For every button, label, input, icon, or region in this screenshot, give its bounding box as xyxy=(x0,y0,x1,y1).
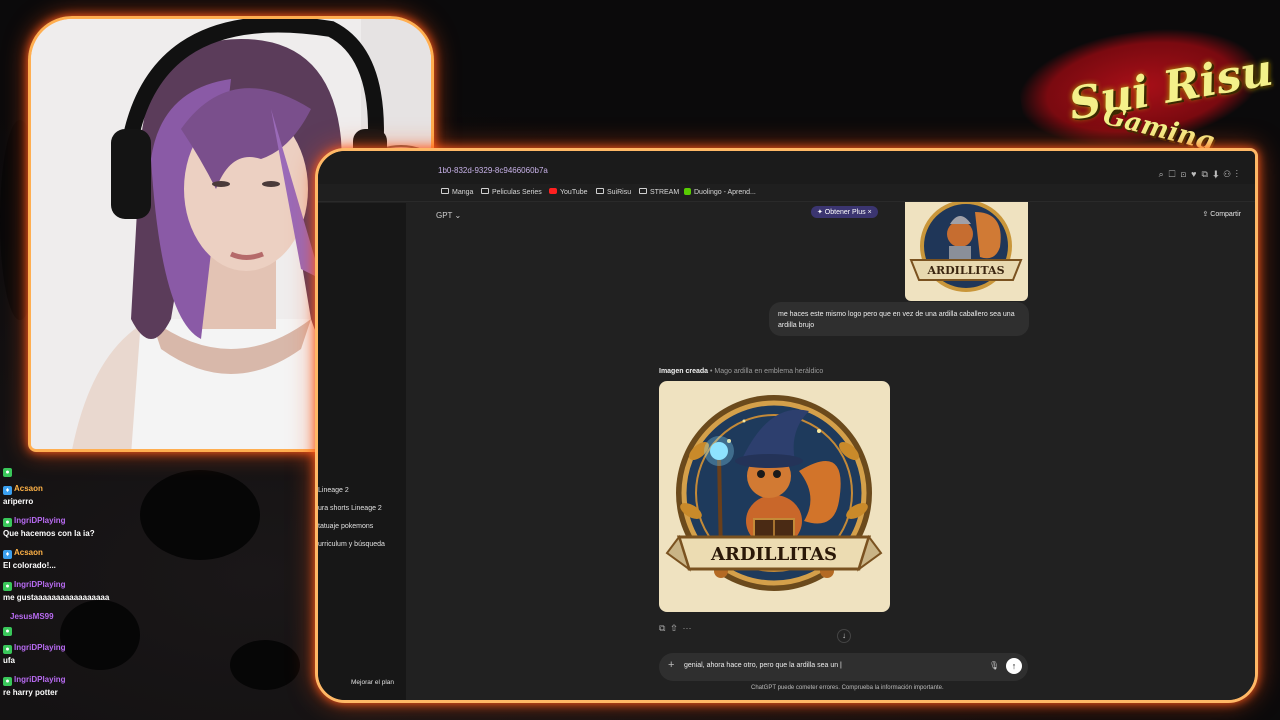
prev-emblem-text: ARDILLITAS xyxy=(926,264,1004,277)
chat-text: me gustaaaaaaaaaaaaaaaaa xyxy=(3,593,110,602)
previous-generated-image[interactable]: ARDILLITAS xyxy=(905,202,1028,301)
browser-toolbar-icons[interactable]: ⌕☐⊡♥⧉⬇⚇⋮ xyxy=(1159,169,1243,180)
copy-icon[interactable]: ⧉ xyxy=(659,623,671,633)
folder-icon xyxy=(481,188,489,194)
composer-input[interactable]: genial, ahora hace otro, pero que la ard… xyxy=(684,662,842,669)
stream-scene: Sui Risu Gaming ● ♦ Acsaon ariperro ● In… xyxy=(0,0,1280,720)
chatgpt-sidebar: Lineage 2 ura shorts Lineage 2 tatuaje p… xyxy=(318,203,406,700)
chat-message: ● IngriDPlaying xyxy=(3,643,66,654)
bookmark-label: Duolingo - Aprend... xyxy=(694,189,756,196)
bookmark-youtube[interactable]: YouTube xyxy=(549,188,588,196)
chat-username: Acsaon xyxy=(14,548,43,557)
scroll-down-button[interactable]: ↓ xyxy=(837,629,851,643)
youtube-icon xyxy=(549,188,557,194)
chat-username: Acsaon xyxy=(14,484,43,493)
send-button[interactable]: ↑ xyxy=(1006,658,1022,674)
chat-badge-row: ● xyxy=(3,625,14,636)
chat-message: ● IngriDPlaying xyxy=(3,516,66,527)
chat-message: ♦ Acsaon xyxy=(3,484,43,495)
chat-username: IngriDPlaying xyxy=(14,643,66,652)
image-caption-title: Mago ardilla en emblema heráldico xyxy=(714,368,824,375)
share-icon[interactable]: ⇧ xyxy=(671,623,682,633)
duolingo-icon xyxy=(684,188,691,195)
image-caption: Imagen creada • Mago ardilla en emblema … xyxy=(659,368,824,375)
folder-icon xyxy=(596,188,604,194)
disclaimer-text: ChatGPT puede cometer errores. Comprueba… xyxy=(751,685,944,691)
prime-icon: ♦ xyxy=(3,486,12,495)
microphone-icon[interactable]: 🎙 xyxy=(989,661,999,670)
sidebar-item-curriculum[interactable]: urriculum y búsqueda xyxy=(318,541,385,548)
image-actions: ⧉⇧⋯ xyxy=(659,623,698,634)
sub-icon: ● xyxy=(3,468,12,477)
chat-username: IngriDPlaying xyxy=(14,516,66,525)
chat-text: ufa xyxy=(3,656,15,665)
sub-icon: ● xyxy=(3,645,12,654)
sub-icon: ● xyxy=(3,582,12,591)
sidebar-item-lineage2[interactable]: Lineage 2 xyxy=(318,487,349,494)
share-button[interactable]: ⇪ Compartir xyxy=(1202,210,1241,218)
chat-text: Que hacemos con la ia? xyxy=(3,529,95,538)
folder-icon xyxy=(441,188,449,194)
more-icon[interactable]: ⋯ xyxy=(683,623,698,633)
address-bar[interactable]: 1b0-832d-9329-8c9466060b7a xyxy=(438,166,548,175)
chat-message: ♦ Acsaon xyxy=(3,548,43,559)
bookmark-suirisu[interactable]: SuiRisu xyxy=(596,188,631,196)
user-message-bubble: me haces este mismo logo pero que en vez… xyxy=(769,302,1029,336)
generated-image[interactable]: ARDILLITAS xyxy=(659,381,890,612)
bookmark-label: STREAM xyxy=(650,189,680,196)
folder-icon xyxy=(639,188,647,194)
model-selector[interactable]: GPT ⌄ xyxy=(436,211,461,220)
image-caption-prefix: Imagen creada xyxy=(659,368,709,375)
get-plus-button[interactable]: ✦ Obtener Plus × xyxy=(811,206,878,218)
bookmark-peliculas[interactable]: Peliculas Series xyxy=(481,188,542,196)
bookmark-label: Manga xyxy=(452,189,474,196)
knight-squirrel-emblem: ARDILLITAS xyxy=(909,202,1023,292)
bookmarks-bar: Manga Peliculas Series YouTube SuiRisu S… xyxy=(318,184,1255,202)
upgrade-plan-button[interactable]: Mejorar el plan xyxy=(351,679,394,686)
chat-message: ● IngriDPlaying xyxy=(3,580,66,591)
sidebar-item-tatuaje[interactable]: tatuaje pokemons xyxy=(318,523,373,530)
chat-message: ● IngriDPlaying xyxy=(3,675,66,686)
browser-window: 1b0-832d-9329-8c9466060b7a ⌕☐⊡♥⧉⬇⚇⋮ Mang… xyxy=(315,148,1258,703)
chat-text: re harry potter xyxy=(3,688,58,697)
chat-text: ariperro xyxy=(3,497,34,506)
bookmark-label: YouTube xyxy=(560,189,588,196)
bookmark-stream[interactable]: STREAM xyxy=(639,188,679,196)
prime-icon: ♦ xyxy=(3,550,12,559)
chat-text: El colorado!... xyxy=(3,561,56,570)
chat-username: IngriDPlaying xyxy=(14,675,66,684)
bookmark-label: SuiRisu xyxy=(607,189,632,196)
wizard-squirrel-emblem: ARDILLITAS xyxy=(665,395,883,591)
browser-tabstrip: 1b0-832d-9329-8c9466060b7a ⌕☐⊡♥⧉⬇⚇⋮ xyxy=(318,151,1255,186)
sub-icon: ● xyxy=(3,518,12,527)
sub-icon: ● xyxy=(3,627,12,636)
bookmark-label: Peliculas Series xyxy=(492,189,542,196)
chat-username: JesusMS99 xyxy=(10,612,54,621)
plus-icon[interactable]: + xyxy=(668,659,674,671)
bookmark-manga[interactable]: Manga xyxy=(441,188,473,196)
message-composer[interactable]: + genial, ahora hace otro, pero que la a… xyxy=(659,653,1028,681)
new-emblem-text: ARDILLITAS xyxy=(710,544,837,565)
sub-icon: ● xyxy=(3,677,12,686)
bookmark-duolingo[interactable]: Duolingo - Aprend... xyxy=(684,188,756,196)
chat-username: IngriDPlaying xyxy=(14,580,66,589)
stream-chat: ● ♦ Acsaon ariperro ● IngriDPlaying Que ha… xyxy=(0,462,315,702)
sidebar-item-shorts[interactable]: ura shorts Lineage 2 xyxy=(318,505,382,512)
chat-badge-row: ● xyxy=(3,466,14,477)
chat-message: JesusMS99 xyxy=(10,612,54,622)
